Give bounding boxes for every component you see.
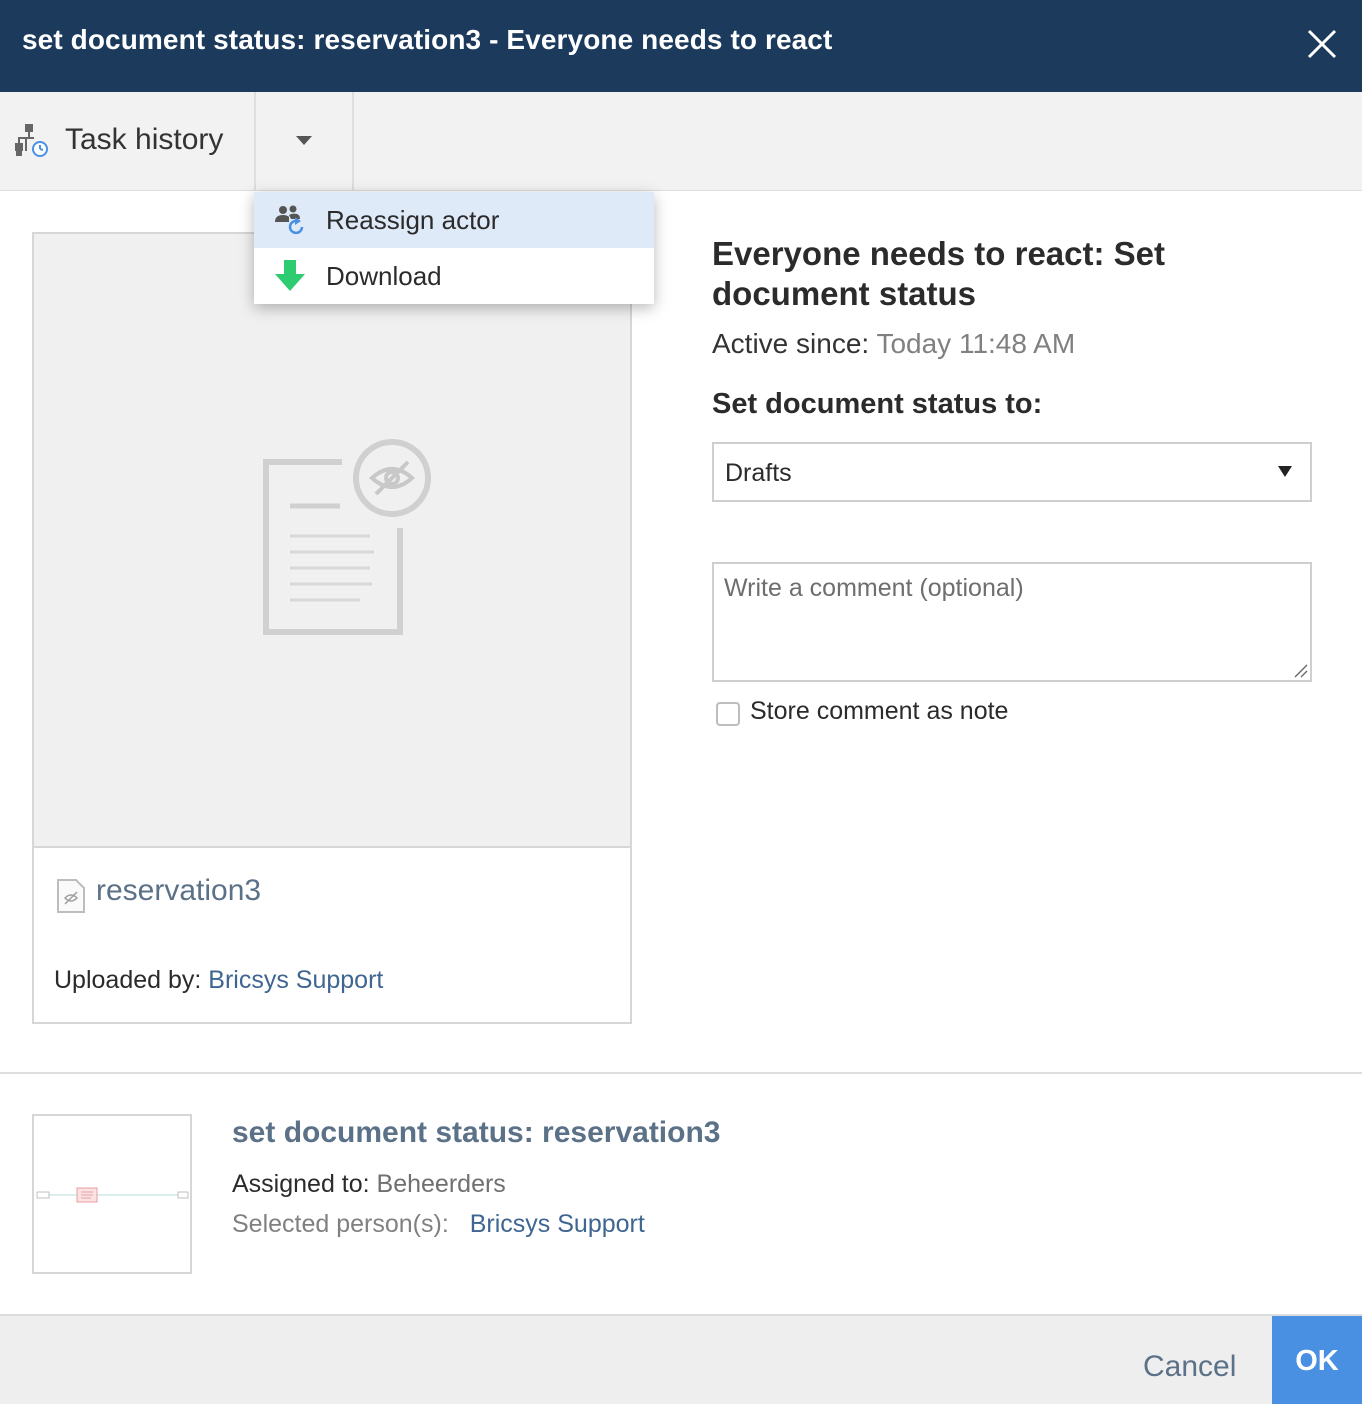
selected-persons: Selected person(s): Bricsys Support xyxy=(232,1210,645,1239)
preview-unavailable-icon xyxy=(263,439,431,635)
active-since: Active since: Today 11:48 AM xyxy=(712,328,1075,360)
status-select-label: Set document status to: xyxy=(712,388,1043,420)
section-divider xyxy=(0,1072,1362,1074)
store-comment-as-note-checkbox[interactable] xyxy=(716,702,740,726)
workflow-title-link[interactable]: set document status: reservation3 xyxy=(232,1116,720,1150)
close-icon[interactable] xyxy=(1302,24,1342,64)
uploaded-by-label: Uploaded by: xyxy=(54,966,202,994)
toolbar: Task history xyxy=(0,92,1362,191)
task-history-button[interactable]: Task history xyxy=(0,92,254,190)
actions-dropdown-menu: Reassign actor Download xyxy=(254,192,654,304)
selected-person-link[interactable]: Bricsys Support xyxy=(470,1210,645,1238)
comment-textarea[interactable] xyxy=(712,562,1312,682)
caret-down-icon xyxy=(296,136,312,145)
document-status-value: Drafts xyxy=(725,459,792,487)
document-preview-area[interactable] xyxy=(34,234,630,848)
assigned-to: Assigned to: Beheerders xyxy=(232,1170,506,1199)
uploaded-by: Uploaded by: Bricsys Support xyxy=(54,966,383,995)
workflow-thumbnail[interactable] xyxy=(32,1114,192,1274)
task-heading: Everyone needs to react: Set document st… xyxy=(712,235,1166,312)
cancel-button[interactable]: Cancel xyxy=(1143,1350,1236,1384)
dialog-footer: Cancel OK xyxy=(0,1314,1362,1404)
uploaded-by-user-link[interactable]: Bricsys Support xyxy=(208,966,383,994)
assigned-to-label: Assigned to: xyxy=(232,1170,370,1198)
menu-item-reassign-actor[interactable]: Reassign actor xyxy=(254,192,654,248)
document-preview-card: reservation3 Uploaded by: Bricsys Suppor… xyxy=(32,232,632,1024)
dialog-title-bar: set document status: reservation3 - Ever… xyxy=(0,0,1362,92)
reassign-actor-icon xyxy=(275,205,304,235)
active-since-value: Today 11:48 AM xyxy=(876,328,1076,359)
workflow-diagram-icon xyxy=(36,1187,189,1203)
task-history-icon xyxy=(15,124,48,157)
file-name-link[interactable]: reservation3 xyxy=(96,874,261,908)
ok-button[interactable]: OK xyxy=(1272,1316,1362,1404)
dialog-title: set document status: reservation3 - Ever… xyxy=(22,24,833,55)
download-icon xyxy=(275,260,305,291)
menu-item-label: Download xyxy=(326,261,442,291)
assigned-to-value: Beheerders xyxy=(376,1170,506,1198)
selected-persons-label: Selected person(s): xyxy=(232,1210,449,1238)
document-status-select[interactable]: Drafts xyxy=(712,442,1312,502)
dropdown-arrow-icon xyxy=(1278,466,1292,477)
store-comment-as-note-label[interactable]: Store comment as note xyxy=(750,697,1008,726)
task-history-label: Task history xyxy=(65,123,224,156)
toolbar-divider xyxy=(352,92,354,190)
more-actions-dropdown-toggle[interactable] xyxy=(256,92,352,190)
active-since-label: Active since: xyxy=(712,328,870,359)
menu-item-download[interactable]: Download xyxy=(254,248,654,304)
file-icon xyxy=(57,879,85,913)
menu-item-label: Reassign actor xyxy=(326,205,500,235)
